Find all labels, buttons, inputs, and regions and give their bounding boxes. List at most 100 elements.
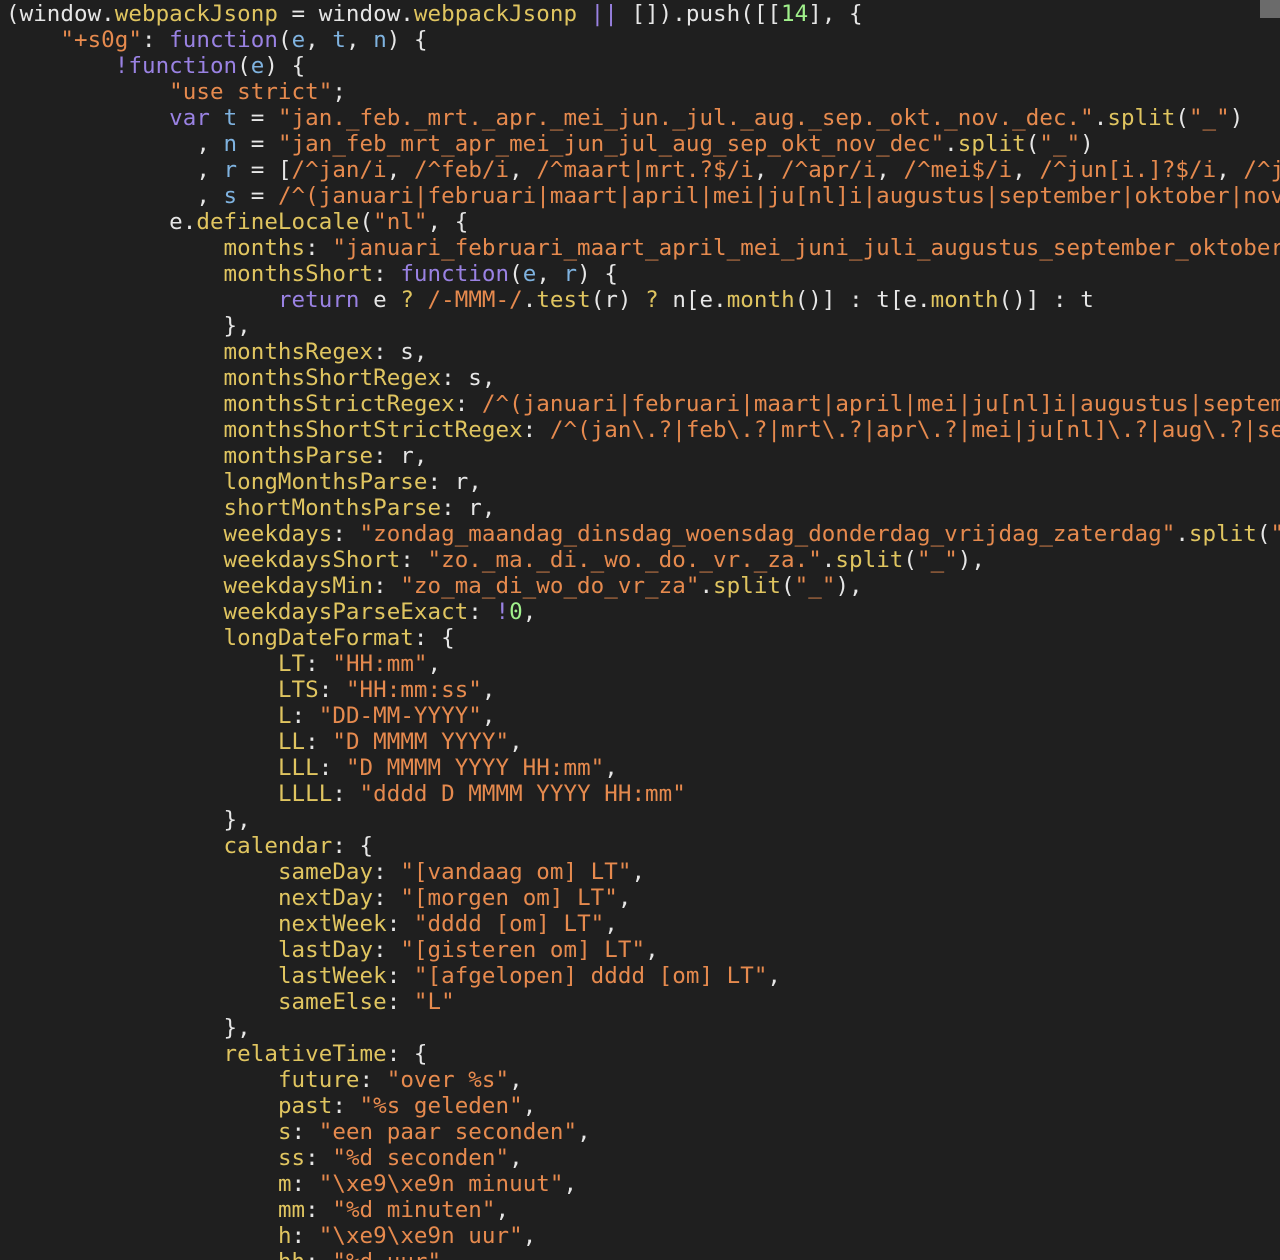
code-editor[interactable]: (window.webpackJsonp = window.webpackJso…: [0, 0, 1280, 1260]
code-text: ,: [509, 1067, 523, 1093]
code-text: ,: [522, 1093, 537, 1119]
property-token: webpackJsonp: [114, 1, 278, 27]
keyword-token: function: [169, 27, 278, 53]
string-token: /^jun[i.]?$/i: [1039, 157, 1217, 183]
param-token: r: [223, 157, 238, 183]
property-token: split: [713, 573, 782, 599]
code-text: (: [781, 573, 795, 599]
code-text: ,: [495, 1197, 510, 1223]
code-line: monthsShortRegex: s,: [6, 365, 1280, 391]
code-text: []).push([[: [617, 1, 782, 27]
property-token: split: [1107, 105, 1176, 131]
code-text: (: [903, 547, 917, 573]
string-token: "\xe9\xe9n minuut": [318, 1171, 564, 1197]
property-token: future: [277, 1067, 360, 1093]
code-text: , {: [427, 209, 469, 235]
code-text: ,: [767, 963, 782, 989]
code-line: nextDay: "[morgen om] LT",: [6, 885, 1280, 911]
code-text: ,: [604, 911, 618, 937]
property-token: defineLocale: [196, 209, 360, 235]
code-line: hh: "%d uur",: [6, 1249, 1280, 1260]
code-text: .: [522, 287, 537, 313]
code-text: :: [305, 1145, 333, 1171]
code-line: lastWeek: "[afgelopen] dddd [om] LT",: [6, 963, 1280, 989]
param-token: e: [291, 27, 306, 53]
code-line: ss: "%d seconden",: [6, 1145, 1280, 1171]
string-token: "%d uur": [332, 1249, 441, 1260]
code-line: LLLL: "dddd D MMMM YYYY HH:mm": [6, 781, 1280, 807]
property-token: LLLL: [277, 781, 333, 807]
code-line: LLL: "D MMMM YYYY HH:mm",: [6, 755, 1280, 781]
string-token: "HH:mm": [332, 651, 428, 677]
code-line: "use strict";: [6, 79, 1280, 105]
code-line: },: [6, 807, 1280, 833]
code-text: ,: [522, 599, 537, 625]
scrollbar-thumb[interactable]: [1260, 0, 1280, 18]
property-token: calendar: [223, 833, 333, 859]
property-token: ss: [277, 1145, 306, 1171]
string-token: "+s0g": [60, 27, 142, 53]
code-text: ),: [835, 573, 863, 599]
param-token: r: [563, 261, 578, 287]
string-token: "nl": [373, 209, 428, 235]
code-text: ) {: [577, 261, 618, 287]
param-token: t: [332, 27, 346, 53]
code-text: =: [237, 131, 278, 157]
property-token: nextDay: [277, 885, 374, 911]
code-text: ,: [481, 677, 496, 703]
code-text: : s,: [373, 339, 428, 365]
string-token: "%d minuten": [332, 1197, 496, 1223]
property-token: weekdaysMin: [223, 573, 374, 599]
number-token: 14: [781, 1, 809, 27]
property-token: split: [835, 547, 904, 573]
property-token: L: [277, 703, 292, 729]
code-text: ,: [604, 755, 618, 781]
code-text: :: [373, 261, 401, 287]
code-text: ): [1080, 131, 1094, 157]
code-line: monthsShortStrictRegex: /^(jan\.?|feb\.?…: [6, 417, 1280, 443]
property-token: month: [930, 287, 999, 313]
code-text: :: [359, 1067, 387, 1093]
code-text: ;: [332, 79, 346, 105]
property-token: monthsRegex: [223, 339, 374, 365]
code-text: :: [291, 1171, 319, 1197]
string-token: "D MMMM YYYY": [332, 729, 510, 755]
property-token: LTS: [277, 677, 319, 703]
code-text: :: [386, 963, 414, 989]
string-token: "%d seconden": [332, 1145, 510, 1171]
code-view[interactable]: (window.webpackJsonp = window.webpackJso…: [6, 1, 1280, 1260]
string-token: "_": [1039, 131, 1081, 157]
property-token: LLL: [277, 755, 319, 781]
code-text: ,: [481, 703, 496, 729]
keyword-token: function: [400, 261, 510, 287]
property-token: monthsStrictRegex: [223, 391, 455, 417]
string-token: "_": [1271, 521, 1280, 547]
code-text: ,: [536, 261, 564, 287]
code-text: ,: [441, 1249, 455, 1260]
string-token: "HH:mm:ss": [345, 677, 482, 703]
property-token: monthsShort: [223, 261, 374, 287]
code-line: , s = /^(januari|februari|maart|april|me…: [6, 183, 1280, 209]
code-text: (: [277, 27, 292, 53]
code-line: },: [6, 1015, 1280, 1041]
code-line: longMonthsParse: r,: [6, 469, 1280, 495]
string-token: /^feb/i: [413, 157, 510, 183]
code-text: ,: [345, 27, 374, 53]
code-line: monthsShort: function(e, r) {: [6, 261, 1280, 287]
code-text: ) {: [386, 27, 428, 53]
